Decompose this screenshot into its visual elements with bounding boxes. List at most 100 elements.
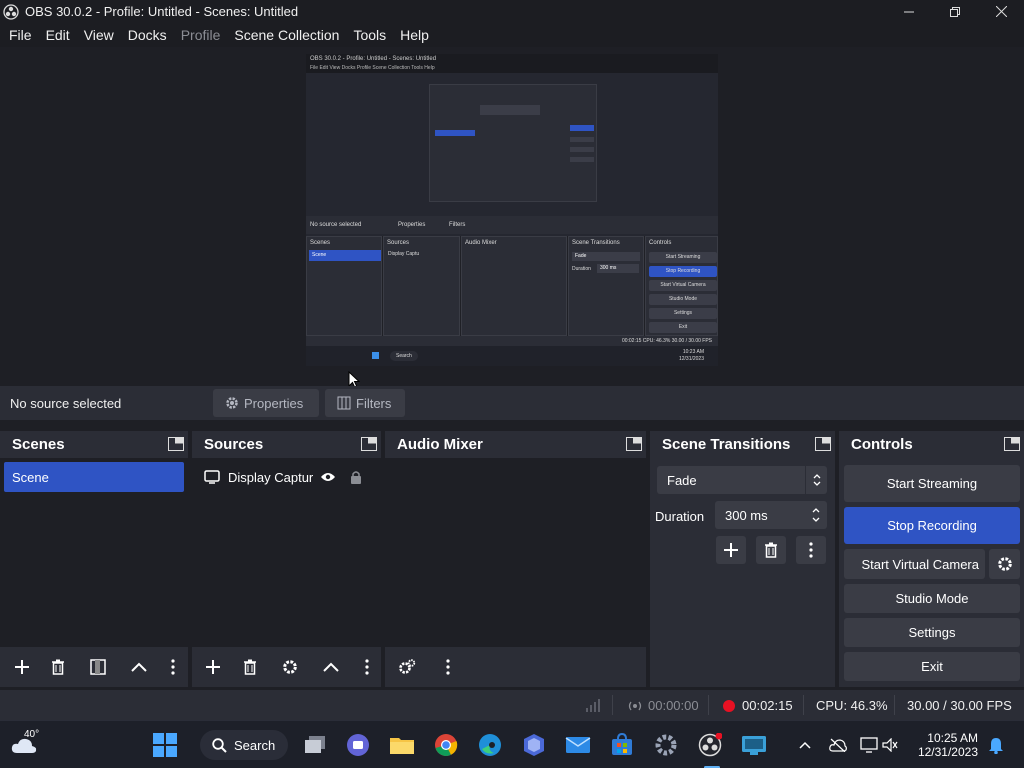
source-more-button[interactable]	[357, 653, 377, 681]
file-explorer-button[interactable]	[388, 731, 416, 759]
audio-settings-button[interactable]	[392, 653, 422, 681]
exit-button[interactable]: Exit	[844, 652, 1020, 681]
preview-area[interactable]: OBS 30.0.2 - Profile: Untitled - Scenes:…	[0, 47, 1024, 389]
preview-studio-mode: Studio Mode	[649, 294, 717, 305]
preview-transitions-title: Scene Transitions	[572, 240, 620, 246]
scene-filters-button[interactable]	[83, 653, 113, 681]
remove-transition-button[interactable]	[756, 536, 786, 564]
scene-transitions-dock: Scene Transitions Fade Duration 300 ms	[650, 431, 835, 687]
preview-fade-select: Fade	[572, 252, 640, 261]
preview-audio-title: Audio Mixer	[465, 240, 497, 246]
undock-icon[interactable]	[1004, 437, 1020, 451]
preview-no-source: No source selected	[310, 222, 362, 228]
scenes-list[interactable]: Scene	[0, 458, 188, 647]
undock-icon[interactable]	[626, 437, 642, 451]
close-button[interactable]	[978, 0, 1024, 23]
add-transition-button[interactable]	[716, 536, 746, 564]
cpu-usage: CPU: 46.3%	[816, 698, 888, 713]
copilot-button[interactable]	[520, 731, 548, 759]
properties-button[interactable]: Properties	[213, 389, 319, 417]
chat-icon	[347, 734, 369, 756]
preview-duration-label: Duration	[572, 266, 591, 272]
menu-edit[interactable]: Edit	[39, 27, 77, 43]
scene-name: Scene	[12, 469, 49, 485]
preview-canvas[interactable]: OBS 30.0.2 - Profile: Untitled - Scenes:…	[306, 54, 718, 366]
quick-settings-button[interactable]	[856, 731, 902, 759]
obs-taskbar-button[interactable]	[696, 731, 724, 759]
move-scene-up-button[interactable]	[124, 653, 154, 681]
obs-logo-icon	[3, 3, 19, 20]
menu-docks[interactable]: Docks	[121, 27, 174, 43]
list-item[interactable]: Display Captur	[192, 462, 381, 492]
transition-select[interactable]: Fade	[657, 466, 827, 494]
network-tray-button[interactable]	[826, 731, 850, 759]
source-name: Display Captur	[228, 469, 314, 485]
studio-mode-button[interactable]: Studio Mode	[844, 584, 1020, 613]
remove-source-button[interactable]	[235, 653, 265, 681]
move-source-up-button[interactable]	[316, 653, 346, 681]
menu-profile[interactable]: Profile	[174, 27, 228, 43]
remote-desktop-button[interactable]	[740, 731, 768, 759]
broadcast-icon	[628, 701, 642, 710]
list-item[interactable]: Scene	[4, 462, 184, 492]
sources-list[interactable]: Display Captur	[192, 458, 381, 647]
taskbar-search[interactable]: Search	[200, 730, 288, 760]
lock-icon[interactable]	[350, 470, 362, 484]
preview-duration-value: 300 ms	[597, 264, 639, 273]
undock-icon[interactable]	[168, 437, 184, 451]
preview-clock: 10:23 AM 12/31/2023	[679, 349, 704, 363]
store-icon	[612, 733, 632, 755]
filters-button[interactable]: Filters	[325, 389, 405, 417]
preview-taskbar: Search 10:23 AM 12/31/2023	[306, 346, 718, 366]
start-button[interactable]	[151, 731, 179, 759]
taskbar-clock[interactable]: 10:25 AM 12/31/2023	[912, 731, 978, 759]
add-scene-button[interactable]	[7, 653, 37, 681]
maximize-button[interactable]	[932, 0, 978, 23]
mail-button[interactable]	[564, 731, 592, 759]
remove-scene-button[interactable]	[43, 653, 73, 681]
scene-more-button[interactable]	[163, 653, 183, 681]
show-hidden-icons-button[interactable]	[793, 731, 817, 759]
properties-label: Properties	[244, 395, 304, 411]
settings-button[interactable]: Settings	[844, 618, 1020, 647]
menu-bar: File Edit View Docks Profile Scene Colle…	[0, 23, 1024, 47]
bell-icon	[989, 738, 1003, 754]
gear-icon	[226, 397, 238, 409]
source-properties-button[interactable]	[275, 653, 305, 681]
audio-more-button[interactable]	[438, 653, 458, 681]
eye-icon[interactable]	[320, 471, 336, 483]
sources-dock: Sources Display Captur	[192, 431, 381, 687]
preview-filters: Filters	[449, 222, 466, 228]
add-source-button[interactable]	[198, 653, 228, 681]
notifications-button[interactable]	[984, 731, 1008, 759]
start-streaming-button[interactable]: Start Streaming	[844, 465, 1020, 502]
task-view-icon	[305, 736, 325, 753]
store-button[interactable]	[608, 731, 636, 759]
chrome-button[interactable]	[432, 731, 460, 759]
menu-help[interactable]: Help	[393, 27, 436, 43]
menu-view[interactable]: View	[77, 27, 121, 43]
teams-chat-button[interactable]	[344, 731, 372, 759]
task-view-button[interactable]	[301, 731, 329, 759]
minimize-button[interactable]	[886, 0, 932, 23]
edge-button[interactable]	[476, 731, 504, 759]
plus-icon	[724, 543, 738, 557]
display-icon	[860, 737, 878, 753]
undock-icon[interactable]	[361, 437, 377, 451]
menu-tools[interactable]: Tools	[346, 27, 393, 43]
preview-start-streaming: Start Streaming	[649, 252, 717, 263]
preview-nested-window	[429, 84, 597, 202]
stop-recording-button[interactable]: Stop Recording	[844, 507, 1020, 544]
transition-more-button[interactable]	[796, 536, 826, 564]
duration-stepper[interactable]	[805, 501, 827, 529]
start-virtual-camera-button[interactable]: Start Virtual Camera	[844, 549, 985, 579]
menu-file[interactable]: File	[2, 27, 39, 43]
undock-icon[interactable]	[815, 437, 831, 451]
gears-icon	[399, 659, 416, 674]
duration-spinbox[interactable]: 300 ms	[715, 501, 827, 529]
clock-date: 12/31/2023	[917, 745, 978, 759]
controls-dock-header: Controls	[839, 431, 1024, 458]
virtual-camera-settings-button[interactable]	[989, 549, 1020, 579]
menu-scene-collection[interactable]: Scene Collection	[227, 27, 346, 43]
settings-app-button[interactable]	[652, 731, 680, 759]
